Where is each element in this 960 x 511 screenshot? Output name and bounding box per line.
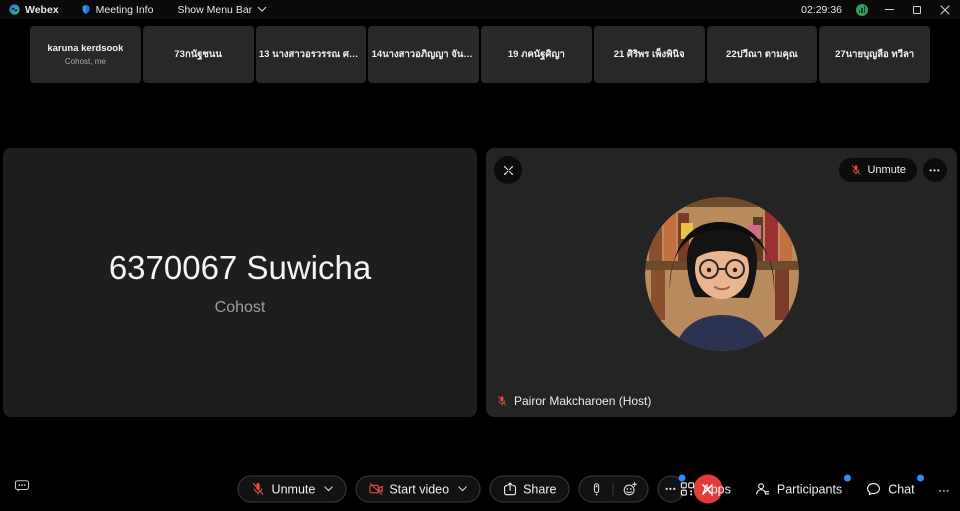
- participant-thumbnail[interactable]: 27นายบุญลือ ทวีลา: [819, 26, 930, 83]
- mic-muted-icon: [496, 395, 508, 407]
- meeting-clock: 02:29:36: [801, 4, 842, 16]
- webex-logo: Webex: [9, 4, 59, 16]
- mic-muted-icon: [251, 482, 266, 497]
- start-video-label: Start video: [389, 482, 449, 496]
- host-nameplate: Pairor Makcharoen (Host): [496, 394, 651, 408]
- participant-display-name: 6370067 Suwicha: [109, 249, 371, 287]
- mic-muted-icon: [850, 164, 862, 176]
- unmute-label: Unmute: [272, 482, 316, 496]
- webex-meeting-window: Webex Meeting Info Show Menu Bar 02:29:3…: [0, 0, 960, 511]
- participant-name: karuna kerdsook: [47, 43, 123, 54]
- show-menu-bar-button[interactable]: Show Menu Bar: [177, 4, 267, 16]
- connection-indicator-icon[interactable]: [856, 4, 868, 16]
- participant-name: 13 นางสาวอรวรรณ ศรีไสยเพชร: [259, 47, 363, 62]
- chevron-down-icon: [257, 6, 267, 13]
- titlebar: Webex Meeting Info Show Menu Bar 02:29:3…: [0, 0, 960, 19]
- video-tile-suwicha[interactable]: 6370067 Suwicha Cohost: [3, 148, 477, 417]
- record-icon[interactable]: [589, 482, 603, 496]
- minimize-button[interactable]: [882, 3, 896, 17]
- record-reactions-group: [578, 476, 648, 503]
- participant-role: Cohost, me: [65, 57, 106, 66]
- apps-label: Apps: [702, 482, 731, 496]
- participants-icon: [755, 482, 770, 497]
- call-controls: Unmute Start video: [238, 475, 723, 504]
- participant-thumbnail[interactable]: karuna kerdsook Cohost, me: [30, 26, 141, 83]
- chat-icon: [866, 482, 881, 497]
- chevron-down-icon: [323, 486, 333, 493]
- chat-label: Chat: [888, 482, 914, 496]
- control-bar: Unmute Start video: [0, 467, 960, 511]
- unmute-participant-button[interactable]: Unmute: [839, 158, 917, 182]
- participants-label: Participants: [777, 482, 842, 496]
- share-label: Share: [523, 482, 556, 496]
- participant-name: 27นายบุญลือ ทวีลา: [835, 47, 914, 62]
- panel-controls: Apps Participants Chat •••: [680, 482, 950, 497]
- apps-icon: [680, 482, 695, 497]
- participant-role-label: Cohost: [215, 299, 266, 317]
- host-avatar: [645, 197, 799, 351]
- unmute-participant-label: Unmute: [867, 164, 906, 176]
- notification-dot: [678, 475, 685, 482]
- more-panels-button[interactable]: •••: [939, 482, 950, 496]
- camera-off-icon: [368, 482, 383, 497]
- captions-icon: [14, 479, 30, 493]
- more-icon: •••: [939, 486, 950, 495]
- apps-button[interactable]: Apps: [680, 482, 731, 497]
- participant-thumbnail[interactable]: 19 ภคนัฐศิญา: [481, 26, 592, 83]
- participant-thumbnail[interactable]: 14นางสาวอภิญญา จันทร์วิวัฒน์: [368, 26, 479, 83]
- captions-button[interactable]: [14, 479, 30, 498]
- more-icon: •••: [665, 485, 676, 494]
- meeting-info-icon: [81, 4, 91, 15]
- notification-dot: [844, 475, 851, 482]
- participant-name: 73กนัฐชนน: [174, 47, 222, 62]
- participant-name: 21 ศิริพร เพ็งพินิจ: [614, 47, 685, 62]
- participant-name: 14นางสาวอภิญญา จันทร์วิวัฒน์: [372, 47, 476, 62]
- notification-dot: [917, 475, 924, 482]
- meeting-info-button[interactable]: Meeting Info: [81, 4, 154, 16]
- collapse-icon: [502, 164, 515, 177]
- collapse-tile-button[interactable]: [494, 156, 522, 184]
- close-button[interactable]: [938, 3, 952, 17]
- participant-name: 19 ภคนัฐศิญา: [508, 47, 565, 62]
- host-name-label: Pairor Makcharoen (Host): [514, 394, 651, 408]
- close-icon: [940, 5, 950, 15]
- participants-button[interactable]: Participants: [755, 482, 842, 497]
- video-tile-host[interactable]: Unmute •••: [486, 148, 957, 417]
- titlebar-right: 02:29:36: [801, 0, 952, 19]
- divider: [612, 482, 613, 496]
- show-menu-bar-label: Show Menu Bar: [177, 4, 252, 16]
- participant-name: 22ปวีณา ตามคุณ: [726, 47, 798, 62]
- participant-thumbnail[interactable]: 73กนัฐชนน: [143, 26, 254, 83]
- start-video-button[interactable]: Start video: [355, 476, 480, 503]
- reactions-icon[interactable]: [622, 482, 637, 497]
- tile-controls: Unmute •••: [839, 158, 947, 182]
- app-name: Webex: [25, 4, 59, 16]
- share-icon: [502, 482, 517, 497]
- more-icon: •••: [929, 166, 940, 175]
- tile-more-button[interactable]: •••: [923, 158, 947, 182]
- maximize-button[interactable]: [910, 3, 924, 17]
- meeting-info-label: Meeting Info: [96, 4, 154, 16]
- unmute-button[interactable]: Unmute: [238, 476, 347, 503]
- participant-thumbnail[interactable]: 13 นางสาวอรวรรณ ศรีไสยเพชร: [256, 26, 367, 83]
- share-button[interactable]: Share: [489, 476, 569, 503]
- participant-filmstrip: karuna kerdsook Cohost, me 73กนัฐชนน 13 …: [30, 26, 930, 83]
- host-avatar-image: [645, 197, 799, 351]
- chevron-down-icon: [457, 486, 467, 493]
- participant-thumbnail[interactable]: 21 ศิริพร เพ็งพินิจ: [594, 26, 705, 83]
- webex-logo-icon: [9, 4, 20, 15]
- chat-button[interactable]: Chat: [866, 482, 914, 497]
- participant-thumbnail[interactable]: 22ปวีณา ตามคุณ: [707, 26, 818, 83]
